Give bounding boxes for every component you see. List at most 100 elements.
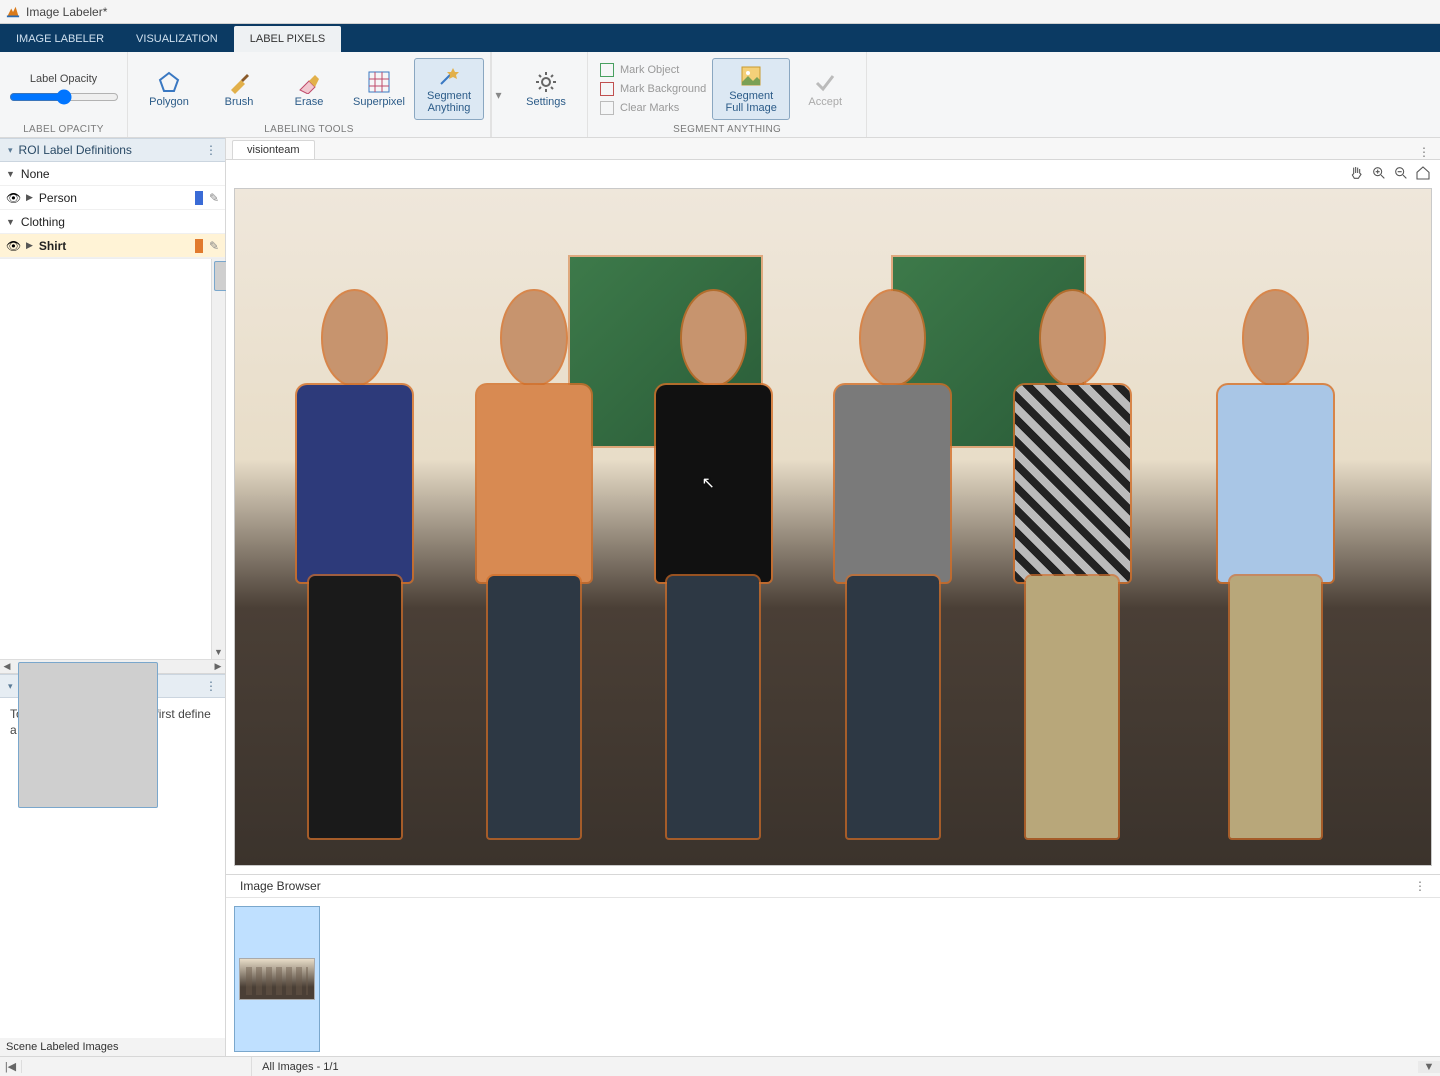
color-swatch-person — [195, 191, 203, 205]
ribbon-group-opacity: Label Opacity LABEL OPACITY — [0, 52, 128, 137]
label-opacity-slider[interactable] — [9, 89, 119, 105]
accept-button[interactable]: Accept — [790, 58, 860, 120]
labeled-image[interactable]: ↖ — [234, 188, 1432, 866]
canvas-area: ↖ — [226, 160, 1440, 874]
roi-panel-header[interactable]: ▾ ROI Label Definitions ⋮ — [0, 138, 225, 162]
canvas-toolbar — [1348, 164, 1432, 182]
zoom-out-icon[interactable] — [1392, 164, 1410, 182]
polygon-icon — [157, 70, 181, 94]
tool-brush[interactable]: Brush — [204, 58, 274, 120]
edit-icon[interactable]: ✎ — [209, 191, 219, 205]
expand-icon: ▶ — [26, 192, 33, 203]
status-left-spacer — [22, 1057, 252, 1076]
tools-dropdown[interactable]: ▾ — [491, 52, 505, 137]
scroll-thumb-h[interactable] — [18, 662, 158, 808]
image-browser-menu[interactable]: ⋮ — [1414, 879, 1426, 893]
segmented-person-5 — [1000, 257, 1144, 838]
group-label-segment: SEGMENT ANYTHING — [588, 124, 866, 137]
tool-segment-anything[interactable]: Segment Anything — [414, 58, 484, 120]
collapse-icon: ▾ — [8, 145, 13, 156]
roi-label-list: ▼ None 👁 ▶ Person ✎ ▼ Clothing 👁 ▶ Shirt… — [0, 162, 225, 258]
scroll-left-icon[interactable]: ◀ — [0, 661, 14, 672]
settings-button[interactable]: Settings — [511, 58, 581, 120]
roi-horizontal-scrollbar[interactable]: ◀ ▶ — [0, 659, 225, 673]
image-browser-title: Image Browser — [240, 879, 321, 893]
image-browser-body — [226, 898, 1440, 1056]
scene-panel-menu[interactable]: ⋮ — [205, 679, 217, 693]
chevron-down-icon: ▼ — [6, 217, 15, 227]
cursor-icon: ↖ — [701, 473, 714, 493]
roi-panel-title: ROI Label Definitions — [19, 143, 132, 157]
roi-item-shirt[interactable]: 👁 ▶ Shirt ✎ — [0, 234, 225, 258]
status-bar: |◀ All Images - 1/1 ▼ — [0, 1056, 1440, 1076]
magic-wand-icon — [437, 64, 461, 88]
status-endcap-icon[interactable]: ▼ — [1418, 1061, 1440, 1073]
segment-image-icon — [739, 64, 763, 88]
roi-group-clothing[interactable]: ▼ Clothing — [0, 210, 225, 234]
segmented-person-2 — [462, 257, 606, 838]
pan-icon[interactable] — [1348, 164, 1366, 182]
scene-labeled-images-header[interactable]: Scene Labeled Images — [0, 1038, 225, 1056]
nav-first-button[interactable]: |◀ — [0, 1060, 22, 1073]
document-tab-bar: visionteam ⋮ — [226, 138, 1440, 160]
color-swatch-shirt — [195, 239, 203, 253]
mark-background[interactable]: Mark Background — [600, 80, 706, 98]
roi-group-none[interactable]: ▼ None — [0, 162, 225, 186]
mark-list: Mark Object Mark Background Clear Marks — [594, 59, 712, 119]
tool-erase[interactable]: Erase — [274, 58, 344, 120]
main-tab-strip: IMAGE LABELER VISUALIZATION LABEL PIXELS — [0, 24, 1440, 52]
clear-marks-icon — [600, 101, 614, 115]
tab-label-pixels[interactable]: LABEL PIXELS — [234, 26, 341, 52]
mark-background-icon — [600, 82, 614, 96]
image-browser-header: Image Browser ⋮ — [226, 875, 1440, 898]
segmented-person-1 — [283, 257, 427, 838]
group-label-opacity: LABEL OPACITY — [0, 124, 127, 137]
window-title: Image Labeler* — [26, 5, 107, 19]
edit-icon[interactable]: ✎ — [209, 239, 219, 253]
segmented-person-4 — [821, 257, 965, 838]
main-area: ▾ ROI Label Definitions ⋮ ▼ None 👁 ▶ Per… — [0, 138, 1440, 1056]
image-stage[interactable]: ↖ — [234, 188, 1432, 866]
document-tab-visionteam[interactable]: visionteam — [232, 140, 315, 159]
status-text: All Images - 1/1 — [252, 1061, 1418, 1073]
roi-vertical-scrollbar[interactable]: ▲ ▼ — [211, 259, 225, 659]
collapse-icon: ▾ — [8, 681, 13, 692]
tool-polygon[interactable]: Polygon — [134, 58, 204, 120]
content-area: visionteam ⋮ ↖ — [226, 138, 1440, 1056]
title-bar: Image Labeler* — [0, 0, 1440, 24]
roi-panel-menu[interactable]: ⋮ — [205, 143, 217, 157]
thumbnail-preview — [239, 958, 315, 1000]
visibility-icon[interactable]: 👁 — [6, 191, 20, 205]
gear-icon — [534, 70, 558, 94]
group-label-tools: LABELING TOOLS — [128, 124, 490, 137]
tool-ribbon: Label Opacity LABEL OPACITY Polygon Brus… — [0, 52, 1440, 138]
segment-full-image-button[interactable]: Segment Full Image — [712, 58, 790, 120]
clear-marks[interactable]: Clear Marks — [600, 99, 706, 117]
superpixel-icon — [367, 70, 391, 94]
zoom-in-icon[interactable] — [1370, 164, 1388, 182]
tool-superpixel[interactable]: Superpixel — [344, 58, 414, 120]
tab-image-labeler[interactable]: IMAGE LABELER — [0, 26, 120, 52]
ribbon-group-labeling-tools: Polygon Brush Erase Superpixel Segment A… — [128, 52, 491, 137]
check-icon — [813, 70, 837, 94]
segmented-person-6 — [1204, 257, 1348, 838]
mark-object[interactable]: Mark Object — [600, 61, 706, 79]
label-opacity-text: Label Opacity — [30, 73, 97, 85]
scroll-down-icon[interactable]: ▼ — [212, 645, 225, 659]
roi-list-spacer: ▲ ▼ — [0, 258, 225, 659]
image-browser: Image Browser ⋮ — [226, 874, 1440, 1056]
scroll-right-icon[interactable]: ▶ — [211, 661, 225, 672]
visibility-icon[interactable]: 👁 — [6, 239, 20, 253]
home-icon[interactable] — [1414, 164, 1432, 182]
tab-visualization[interactable]: VISUALIZATION — [120, 26, 234, 52]
app-logo-icon — [6, 5, 20, 19]
chevron-down-icon: ▼ — [6, 169, 15, 179]
roi-item-person[interactable]: 👁 ▶ Person ✎ — [0, 186, 225, 210]
expand-icon: ▶ — [26, 240, 33, 251]
side-panel-left: ▾ ROI Label Definitions ⋮ ▼ None 👁 ▶ Per… — [0, 138, 226, 1056]
segmented-person-3 — [642, 257, 786, 838]
brush-icon — [227, 70, 251, 94]
document-tab-menu[interactable]: ⋮ — [1408, 145, 1440, 159]
ribbon-group-segment-anything: Mark Object Mark Background Clear Marks … — [588, 52, 867, 137]
image-thumbnail-1[interactable] — [234, 906, 320, 1052]
